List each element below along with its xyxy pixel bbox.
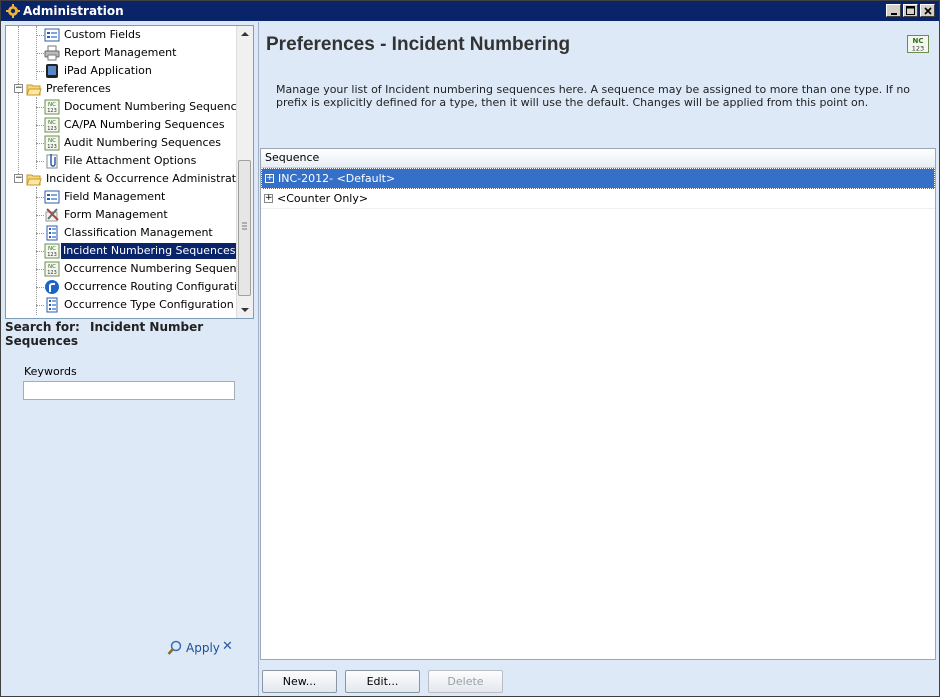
close-button[interactable] xyxy=(920,4,935,17)
maximize-icon xyxy=(906,6,915,15)
svg-text:123: 123 xyxy=(47,126,57,132)
tree-item-occurrence-type[interactable]: Occurrence Type Configuration xyxy=(6,296,234,314)
routing-icon xyxy=(45,280,59,294)
tree-item-file-attachment-options[interactable]: File Attachment Options xyxy=(6,152,234,170)
maximize-button[interactable] xyxy=(903,4,918,17)
search-for-heading: Search for: Incident Number Sequences xyxy=(5,320,257,348)
tablet-icon xyxy=(46,64,58,78)
svg-text:123: 123 xyxy=(47,108,57,114)
tree-item-label: Occurrence Type Configuration xyxy=(64,298,234,311)
description-text: Manage your list of Incident numbering s… xyxy=(276,83,911,109)
list-icon xyxy=(46,297,58,313)
magnifier-icon xyxy=(167,640,182,655)
tree-item-audit-numbering[interactable]: NC 123 Audit Numbering Sequences xyxy=(6,134,234,152)
tree-item-form-management[interactable]: Form Management xyxy=(6,206,234,224)
folder-open-icon xyxy=(26,174,42,186)
form-list-icon xyxy=(44,190,60,204)
clear-search-button[interactable]: ✕ xyxy=(222,639,233,654)
delete-button[interactable]: Delete xyxy=(428,670,503,693)
clear-icon: ✕ xyxy=(222,639,233,654)
nc-number-icon: NC123 xyxy=(44,99,60,115)
tree-item-label: Custom Fields xyxy=(64,28,141,41)
tree-item-incident-numbering[interactable]: NC 123 Incident Numbering Sequences xyxy=(6,242,237,260)
tree-item-label: File Attachment Options xyxy=(64,154,197,167)
badge-bottom-text: 123 xyxy=(912,45,924,53)
form-list-icon xyxy=(44,28,60,42)
page-title: Preferences - Incident Numbering xyxy=(266,34,571,55)
tree-item-label: Occurrence Numbering Sequences xyxy=(64,262,254,275)
nc-number-icon: NC123 xyxy=(44,243,60,259)
tree-item-label: CA/PA Numbering Sequences xyxy=(64,118,225,131)
tree-item-label: Report Management xyxy=(64,46,177,59)
sequence-cell: <Counter Only> xyxy=(277,192,369,205)
minimize-button[interactable] xyxy=(886,4,901,17)
nc-number-icon: NC123 xyxy=(44,261,60,277)
app-logo-icon xyxy=(6,4,20,18)
tree-item-ipad-application[interactable]: iPad Application xyxy=(6,62,234,80)
svg-text:123: 123 xyxy=(47,144,57,150)
apply-label: Apply xyxy=(186,641,220,655)
tree-item-document-numbering[interactable]: NC 123 Document Numbering Sequences xyxy=(6,98,249,116)
tree-item-occurrence-numbering[interactable]: NC 123 Occurrence Numbering Sequences xyxy=(6,260,253,278)
tree-item-label: Document Numbering Sequences xyxy=(64,100,250,113)
keywords-input[interactable] xyxy=(23,381,235,400)
folder-open-icon xyxy=(26,84,42,96)
main-panel: Preferences - Incident Numbering NC 123 … xyxy=(258,22,939,696)
tree-item-report-management[interactable]: Report Management xyxy=(6,44,234,62)
tree-item-label: iPad Application xyxy=(64,64,152,77)
list-icon xyxy=(46,225,58,241)
nc-number-icon: NC123 xyxy=(44,117,60,133)
title-bar[interactable]: Administration xyxy=(1,1,939,21)
sequence-grid[interactable]: Sequence + INC-2012- <Default> + <Counte… xyxy=(260,148,936,660)
window-title: Administration xyxy=(23,4,124,18)
apply-button[interactable]: Apply xyxy=(167,640,220,656)
svg-text:123: 123 xyxy=(47,252,57,258)
tree-item-classification-management[interactable]: Classification Management xyxy=(6,224,234,242)
paperclip-icon xyxy=(46,154,58,169)
tree-scrollbar[interactable] xyxy=(236,26,253,318)
tree-item-label: Classification Management xyxy=(64,226,213,239)
tree-item-label: Incident & Occurrence Administration xyxy=(46,172,253,185)
sequence-cell: INC-2012- <Default> xyxy=(278,172,396,185)
tree-item-incident-occurrence-admin[interactable]: − Incident & Occurrence Administration xyxy=(6,170,253,188)
edit-button[interactable]: Edit... xyxy=(345,670,420,693)
scroll-down-icon[interactable] xyxy=(237,302,253,318)
tree-item-custom-fields[interactable]: Custom Fields xyxy=(6,26,234,44)
administration-window: Administration Custom Fields Report Mana… xyxy=(0,0,940,697)
svg-text:123: 123 xyxy=(47,270,57,276)
tree-item-label: Audit Numbering Sequences xyxy=(64,136,222,149)
nc-number-icon: NC 123 xyxy=(907,35,929,53)
printer-icon xyxy=(44,45,60,61)
expand-toggle-icon[interactable]: + xyxy=(264,194,273,203)
column-header-sequence[interactable]: Sequence xyxy=(261,149,935,168)
table-row[interactable]: + <Counter Only> xyxy=(261,189,935,209)
tree-item-label: Field Management xyxy=(64,190,166,203)
grip-icon xyxy=(242,222,247,230)
collapse-toggle[interactable]: − xyxy=(14,174,23,183)
search-for-label: Search for: xyxy=(5,320,80,334)
admin-tree[interactable]: Custom Fields Report Management iPad App… xyxy=(5,25,254,319)
nc-number-icon: NC123 xyxy=(44,135,60,151)
tree-item-label: Form Management xyxy=(64,208,168,221)
minimize-icon xyxy=(890,12,897,15)
tree-item-capa-numbering[interactable]: NC 123 CA/PA Numbering Sequences xyxy=(6,116,234,134)
action-buttons: New... Edit... Delete xyxy=(262,670,503,693)
expand-toggle-icon[interactable]: + xyxy=(265,174,274,183)
close-icon xyxy=(923,6,932,15)
keywords-label: Keywords xyxy=(24,365,77,378)
scroll-up-icon[interactable] xyxy=(237,26,253,42)
scroll-thumb[interactable] xyxy=(238,160,251,296)
tree-item-field-management[interactable]: Field Management xyxy=(6,188,234,206)
tree-item-label: Occurrence Routing Configuration xyxy=(64,280,251,293)
tree-item-label: Incident Numbering Sequences xyxy=(61,243,237,259)
collapse-toggle[interactable]: − xyxy=(14,84,23,93)
tree-item-label: Preferences xyxy=(46,82,111,95)
tools-icon xyxy=(45,208,59,222)
table-row[interactable]: + INC-2012- <Default> xyxy=(261,168,935,189)
left-panel: Custom Fields Report Management iPad App… xyxy=(1,22,257,696)
new-button[interactable]: New... xyxy=(262,670,337,693)
tree-item-occurrence-routing[interactable]: Occurrence Routing Configuration xyxy=(6,278,251,296)
tree-item-preferences[interactable]: − Preferences xyxy=(6,80,234,98)
